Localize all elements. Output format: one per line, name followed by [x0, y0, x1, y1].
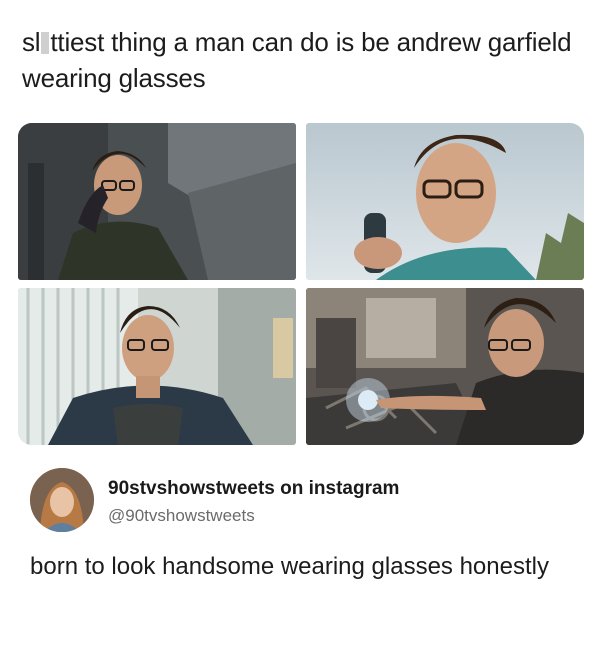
photo-bottom-right[interactable]	[306, 288, 584, 445]
photo-bottom-left[interactable]	[18, 288, 296, 445]
photo-grid	[18, 123, 584, 445]
censor-block	[41, 32, 50, 54]
avatar[interactable]	[30, 468, 94, 532]
quoted-author: 90stvshowstweets on instagram @90tvshows…	[30, 468, 570, 538]
meme-post: sl ttiest thing a man can do is be andrew…	[0, 0, 600, 646]
photo-top-right[interactable]	[306, 123, 584, 280]
author-handle[interactable]: @90tvshowstweets	[108, 506, 255, 526]
post-text: sl ttiest thing a man can do is be andrew…	[22, 24, 582, 96]
author-display-name[interactable]: 90stvshowstweets on instagram	[108, 478, 399, 500]
quoted-post-text: born to look handsome wearing glasses ho…	[30, 553, 549, 580]
photo-top-left[interactable]	[18, 123, 296, 280]
post-text-rest: ttiest thing a man can do is be andrew g…	[22, 27, 572, 93]
post-text-start: sl	[22, 27, 41, 57]
